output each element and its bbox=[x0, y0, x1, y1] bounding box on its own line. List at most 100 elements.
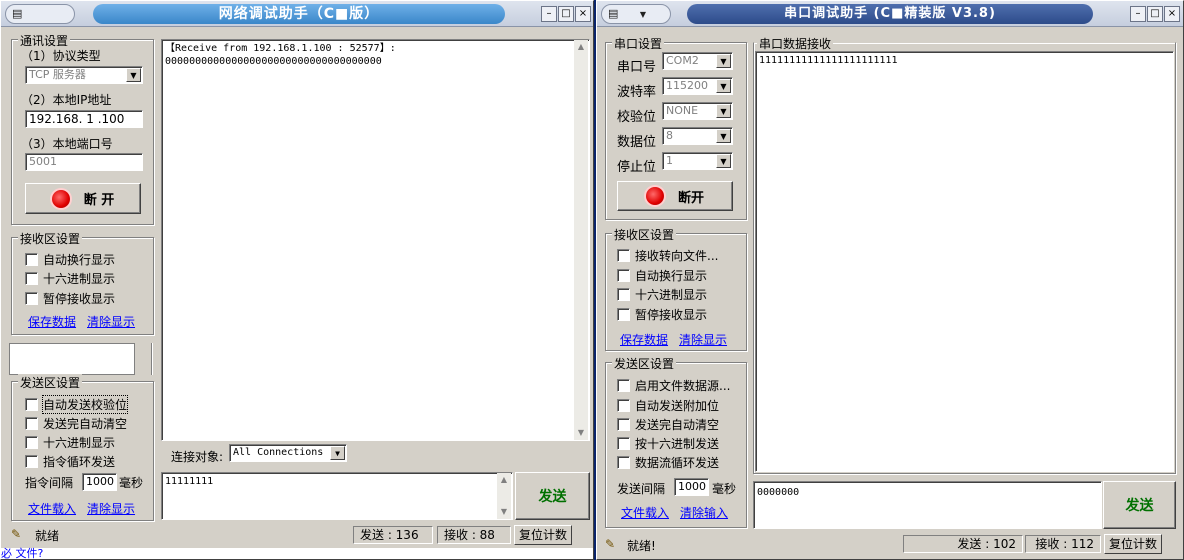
status-led-icon bbox=[51, 189, 70, 208]
chevron-down-icon: ▼ bbox=[716, 104, 731, 118]
send-textarea[interactable]: 11111111 bbox=[161, 472, 513, 520]
auto-clear-checkbox[interactable]: 发送完自动清空 bbox=[25, 415, 127, 432]
interval-field[interactable]: 1000 bbox=[82, 473, 117, 491]
clear-display-link[interactable]: 清除显示 bbox=[679, 331, 727, 348]
port-label: 串口号 bbox=[617, 60, 657, 75]
network-assistant-window: ▤ 网络调试助手（C■版） – □ × 通讯设置 （1）协议类型 TCP 服务器… bbox=[0, 0, 594, 560]
parity-label: 校验位 bbox=[617, 110, 657, 125]
received-count: 接收 : 112 bbox=[1025, 535, 1101, 553]
window-title: 网络调试助手（C■版） bbox=[93, 4, 505, 24]
disconnect-button[interactable]: 断开 bbox=[617, 181, 733, 211]
scroll-down-icon[interactable]: ▼ bbox=[497, 505, 511, 519]
group-title: 发送区设置 bbox=[612, 355, 677, 372]
auto-wrap-checkbox[interactable]: 自动换行显示 bbox=[617, 267, 707, 284]
file-load-link[interactable]: 文件载入 bbox=[621, 504, 669, 521]
status-led-icon bbox=[645, 187, 664, 205]
chevron-down-icon: ▼ bbox=[716, 154, 731, 168]
stopbits-label: 停止位 bbox=[617, 160, 657, 175]
reset-count-button[interactable]: 复位计数 bbox=[1104, 534, 1162, 554]
chevron-down-icon: ▼ bbox=[126, 68, 141, 82]
minimize-icon[interactable]: – bbox=[1130, 6, 1146, 22]
receive-textarea[interactable]: 11111111111111111111111 bbox=[755, 51, 1174, 472]
hex-send-checkbox[interactable]: 按十六进制发送 bbox=[617, 435, 719, 452]
interval-label: 发送间隔 bbox=[617, 482, 666, 496]
received-count: 接收 : 88 bbox=[437, 526, 511, 544]
group-title: 发送区设置 bbox=[18, 374, 83, 391]
chevron-down-icon: ▼ bbox=[716, 54, 731, 68]
baud-label: 波特率 bbox=[617, 85, 657, 100]
stopbits-select[interactable]: 1 ▼ bbox=[662, 152, 733, 170]
ip-address-field[interactable]: 192.168. 1 .100 bbox=[25, 110, 143, 128]
interval-unit: 毫秒 bbox=[119, 476, 144, 490]
close-icon[interactable]: × bbox=[1164, 6, 1180, 22]
file-load-link[interactable]: 文件载入 bbox=[28, 500, 76, 517]
loop-send-checkbox[interactable]: 数据流循环发送 bbox=[617, 454, 719, 471]
connect-target-select[interactable]: All Connections ▼ bbox=[229, 444, 347, 462]
sent-count: 发送 : 136 bbox=[353, 526, 433, 544]
databits-select[interactable]: 8 ▼ bbox=[662, 127, 733, 145]
send-textarea[interactable]: 0000000 bbox=[753, 481, 1102, 529]
app-icon: ▤ bbox=[608, 7, 619, 20]
app-icon: ▤ bbox=[12, 7, 23, 20]
window-title: 串口调试助手 (C■精装版 V3.8) bbox=[687, 4, 1093, 24]
chevron-down-icon: ▼ bbox=[330, 446, 345, 460]
auto-append-checkbox[interactable]: 自动发送附加位 bbox=[617, 397, 719, 414]
baud-select[interactable]: 115200 ▼ bbox=[662, 77, 733, 95]
clear-display-link-2[interactable]: 清除显示 bbox=[87, 500, 135, 517]
connect-target-label: 连接对象: bbox=[171, 450, 224, 464]
send-button[interactable]: 发送 bbox=[515, 472, 590, 520]
receive-textarea[interactable]: 【Receive from 192.168.1.100 : 52577】: 00… bbox=[161, 39, 590, 441]
save-data-link[interactable]: 保存数据 bbox=[620, 331, 668, 348]
system-menu-button[interactable]: ▤ bbox=[5, 4, 75, 24]
pause-receive-checkbox[interactable]: 暂停接收显示 bbox=[25, 290, 115, 307]
pause-receive-checkbox[interactable]: 暂停接收显示 bbox=[617, 306, 707, 323]
scroll-up-icon[interactable]: ▲ bbox=[497, 473, 511, 487]
divider bbox=[151, 343, 153, 375]
minimize-icon[interactable]: – bbox=[541, 6, 557, 22]
close-icon[interactable]: × bbox=[575, 6, 591, 22]
hex-display-checkbox[interactable]: 十六进制显示 bbox=[617, 286, 707, 303]
chevron-down-icon: ▼ bbox=[716, 129, 731, 143]
hex-display-checkbox[interactable]: 十六进制显示 bbox=[25, 270, 115, 287]
recv-to-file-checkbox[interactable]: 接收转向文件... bbox=[617, 247, 718, 264]
titlebar[interactable]: ▤ 网络调试助手（C■版） – □ × bbox=[1, 1, 593, 27]
status-text: 就绪! bbox=[627, 539, 656, 553]
group-title: 接收区设置 bbox=[612, 226, 677, 243]
port-field[interactable]: 5001 bbox=[25, 153, 143, 171]
file-source-checkbox[interactable]: 启用文件数据源... bbox=[617, 377, 730, 394]
system-menu-button[interactable]: ▤ ▼ bbox=[601, 4, 671, 24]
reset-count-button[interactable]: 复位计数 bbox=[514, 525, 572, 545]
group-title: 串口设置 bbox=[612, 35, 665, 52]
send-button[interactable]: 发送 bbox=[1103, 481, 1176, 529]
port-label: （3）本地端口号 bbox=[21, 137, 113, 151]
auto-checksum-checkbox[interactable]: 自动发送校验位 bbox=[25, 395, 129, 414]
receive-scrollbar[interactable]: ▲ ▼ bbox=[574, 40, 588, 440]
maximize-icon[interactable]: □ bbox=[558, 6, 574, 22]
pencil-icon: ✎ bbox=[605, 537, 616, 551]
sent-count: 发送 : 102 bbox=[903, 535, 1023, 553]
parity-select[interactable]: NONE ▼ bbox=[662, 102, 733, 120]
interval-field[interactable]: 1000 bbox=[674, 478, 709, 496]
group-title: 串口数据接收 bbox=[757, 35, 834, 52]
auto-wrap-checkbox[interactable]: 自动换行显示 bbox=[25, 251, 115, 268]
hex-send-checkbox[interactable]: 十六进制显示 bbox=[25, 434, 115, 451]
protocol-select[interactable]: TCP 服务器 ▼ bbox=[25, 66, 143, 84]
bottom-strip: 必 文件? bbox=[1, 547, 593, 560]
send-scrollbar[interactable]: ▲ ▼ bbox=[497, 473, 511, 519]
scroll-up-icon[interactable]: ▲ bbox=[574, 40, 588, 54]
auto-clear-checkbox[interactable]: 发送完自动清空 bbox=[617, 416, 719, 433]
maximize-icon[interactable]: □ bbox=[1147, 6, 1163, 22]
status-bar: ✎ 就绪 发送 : 136 接收 : 88 复位计数 bbox=[1, 523, 593, 547]
loop-send-checkbox[interactable]: 指令循环发送 bbox=[25, 453, 115, 470]
interval-unit: 毫秒 bbox=[712, 482, 737, 496]
save-data-link[interactable]: 保存数据 bbox=[28, 313, 76, 330]
disconnect-button[interactable]: 断 开 bbox=[25, 183, 141, 214]
chevron-down-icon: ▼ bbox=[716, 79, 731, 93]
scroll-down-icon[interactable]: ▼ bbox=[574, 426, 588, 440]
clear-display-link[interactable]: 清除显示 bbox=[87, 313, 135, 330]
titlebar[interactable]: ▤ ▼ 串口调试助手 (C■精装版 V3.8) – □ × bbox=[597, 1, 1183, 27]
clear-input-link[interactable]: 清除输入 bbox=[680, 504, 728, 521]
port-select[interactable]: COM2 ▼ bbox=[662, 52, 733, 70]
interval-label: 指令间隔 bbox=[25, 476, 74, 490]
bottom-snippet: 必 文件? bbox=[1, 547, 44, 560]
